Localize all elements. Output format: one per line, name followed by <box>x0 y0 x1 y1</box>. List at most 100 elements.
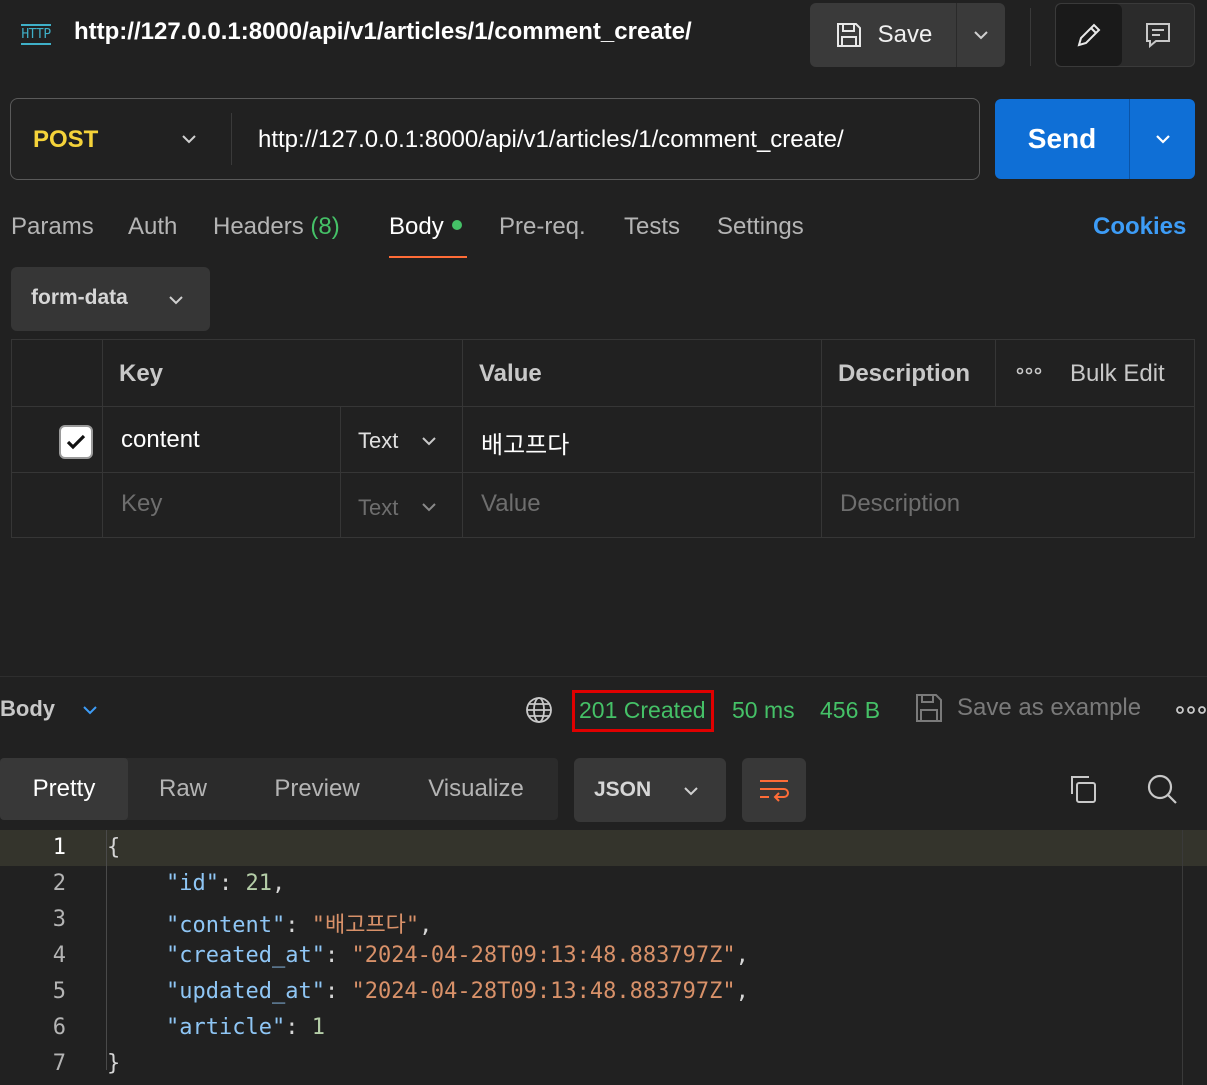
chevron-down-icon <box>684 787 698 796</box>
send-options-button[interactable] <box>1129 99 1195 179</box>
json-key-content: "content" <box>166 913 286 938</box>
row-enabled-checkbox[interactable] <box>59 425 93 459</box>
table-header-row: Key Value Description Bulk Edit <box>12 340 1194 407</box>
bulk-edit-button[interactable]: Bulk Edit <box>1070 360 1165 388</box>
form-data-table: Key Value Description Bulk Edit content … <box>11 339 1195 538</box>
row-value-cell[interactable]: 배고프다 <box>463 407 822 472</box>
more-options-icon[interactable] <box>1176 704 1206 716</box>
send-button[interactable]: Send <box>995 99 1129 179</box>
json-id-line: "id": 21, <box>166 871 286 896</box>
comments-button[interactable] <box>1122 4 1194 66</box>
line-number: 1 <box>52 835 66 860</box>
response-body-select[interactable]: Body <box>0 696 55 722</box>
code-line: 5 "updated_at": "2024-04-28T09:13:48.883… <box>0 974 1207 1010</box>
wrap-lines-button[interactable] <box>742 758 806 822</box>
cookies-link[interactable]: Cookies <box>1093 213 1186 241</box>
new-type: Text <box>358 495 399 520</box>
tab-auth[interactable]: Auth <box>128 213 177 241</box>
request-tabs: Params Auth Headers (8) Body Pre-req. Te… <box>0 208 1207 262</box>
chevron-down-icon <box>422 503 436 512</box>
chevron-down-icon <box>1155 135 1170 144</box>
line-number: 6 <box>52 1015 66 1040</box>
url-bar: POST http://127.0.0.1:8000/api/v1/articl… <box>10 98 980 180</box>
tab-settings[interactable]: Settings <box>717 213 804 241</box>
response-size[interactable]: 456 B <box>820 697 880 724</box>
new-key-placeholder: Key <box>121 490 163 517</box>
tab-body[interactable]: Body <box>389 213 462 241</box>
request-title[interactable]: http://127.0.0.1:8000/api/v1/articles/1/… <box>74 18 692 46</box>
globe-icon[interactable] <box>524 695 554 725</box>
json-key-id: "id" <box>166 871 219 896</box>
comment-icon <box>1146 23 1170 49</box>
code-line: 6 "article": 1 <box>0 1010 1207 1046</box>
status-code[interactable]: 201 Created <box>579 697 706 724</box>
save-button[interactable]: Save <box>810 3 956 67</box>
tab-tests[interactable]: Tests <box>624 213 680 241</box>
view-tab-raw[interactable]: Raw <box>128 758 238 820</box>
body-indicator-dot <box>451 220 462 230</box>
tab-headers[interactable]: Headers (8) <box>213 213 340 241</box>
header-checkbox-cell <box>12 340 103 406</box>
response-time[interactable]: 50 ms <box>732 697 795 724</box>
json-key-updated-at: "updated_at" <box>166 979 325 1004</box>
header-value-cell: Value <box>463 340 822 406</box>
code-line: 2 "id": 21, <box>0 866 1207 902</box>
json-value-article: 1 <box>311 1015 325 1040</box>
json-value-created-at: "2024-04-28T09:13:48.883797Z" <box>351 943 736 968</box>
json-updated-line: "updated_at": "2024-04-28T09:13:48.88379… <box>166 979 749 1004</box>
url-separator <box>231 113 232 165</box>
new-key-input[interactable]: Key <box>103 473 341 538</box>
view-tab-preview[interactable]: Preview <box>238 758 396 820</box>
copy-icon[interactable] <box>1066 772 1100 806</box>
method-select[interactable]: POST <box>33 126 98 154</box>
indent-guide <box>106 830 107 1070</box>
row-description-cell[interactable] <box>822 407 1194 472</box>
view-tab-pretty[interactable]: Pretty <box>0 758 128 820</box>
floppy-disk-icon <box>836 23 861 47</box>
format-label: JSON <box>594 778 652 801</box>
search-icon[interactable] <box>1145 772 1179 806</box>
response-divider[interactable] <box>0 676 1207 677</box>
headers-count-badge: (8) <box>310 213 340 240</box>
row-key-cell[interactable]: content <box>103 407 341 472</box>
line-number: 5 <box>52 979 66 1004</box>
tab-prereq[interactable]: Pre-req. <box>499 213 586 241</box>
save-as-example-button[interactable]: Save as example <box>957 694 1141 722</box>
title-bar: HTTP http://127.0.0.1:8000/api/v1/articl… <box>0 0 1207 72</box>
header-key-cell: Key <box>103 340 463 406</box>
body-mode-select[interactable]: form-data <box>11 267 210 331</box>
row-type: Text <box>358 428 399 453</box>
view-tab-visualize[interactable]: Visualize <box>396 758 556 820</box>
chevron-down-icon[interactable] <box>80 700 100 720</box>
header-value: Value <box>479 360 542 387</box>
code-line: 7 } <box>0 1046 1207 1082</box>
chevron-down-icon[interactable] <box>177 127 201 151</box>
edit-button[interactable] <box>1056 4 1122 66</box>
pencil-icon <box>1077 23 1101 47</box>
chevron-down-icon <box>422 437 436 446</box>
format-select[interactable]: JSON <box>574 758 726 822</box>
more-options-icon[interactable] <box>1016 366 1042 376</box>
url-input[interactable]: http://127.0.0.1:8000/api/v1/articles/1/… <box>258 126 844 154</box>
line-number: 7 <box>52 1051 66 1076</box>
response-header: Body 201 Created 50 ms 456 B Save as exa… <box>0 686 1207 736</box>
json-key-created-at: "created_at" <box>166 943 325 968</box>
scrollbar-track[interactable] <box>1182 830 1183 1085</box>
new-value-placeholder: Value <box>481 490 541 517</box>
toolbar-divider <box>1030 8 1031 66</box>
response-code-viewer[interactable]: 1 { 2 "id": 21, 3 "content": "배고프다", 4 "… <box>0 830 1207 1085</box>
new-type-select[interactable]: Text <box>341 473 463 538</box>
line-number: 3 <box>52 907 66 932</box>
new-description-input[interactable]: Description <box>822 473 1194 538</box>
row-type-select[interactable]: Text <box>341 407 463 472</box>
save-options-button[interactable] <box>956 3 1005 67</box>
floppy-disk-icon <box>916 694 942 722</box>
json-value-id: 21 <box>245 871 272 896</box>
new-value-input[interactable]: Value <box>463 473 822 538</box>
tab-params[interactable]: Params <box>11 213 94 241</box>
table-row-new: Key Text Value Description <box>12 473 1194 538</box>
send-button-group: Send <box>995 99 1195 179</box>
row-value: 배고프다 <box>481 432 570 459</box>
new-description-placeholder: Description <box>840 490 961 517</box>
tab-body-label: Body <box>389 213 444 240</box>
